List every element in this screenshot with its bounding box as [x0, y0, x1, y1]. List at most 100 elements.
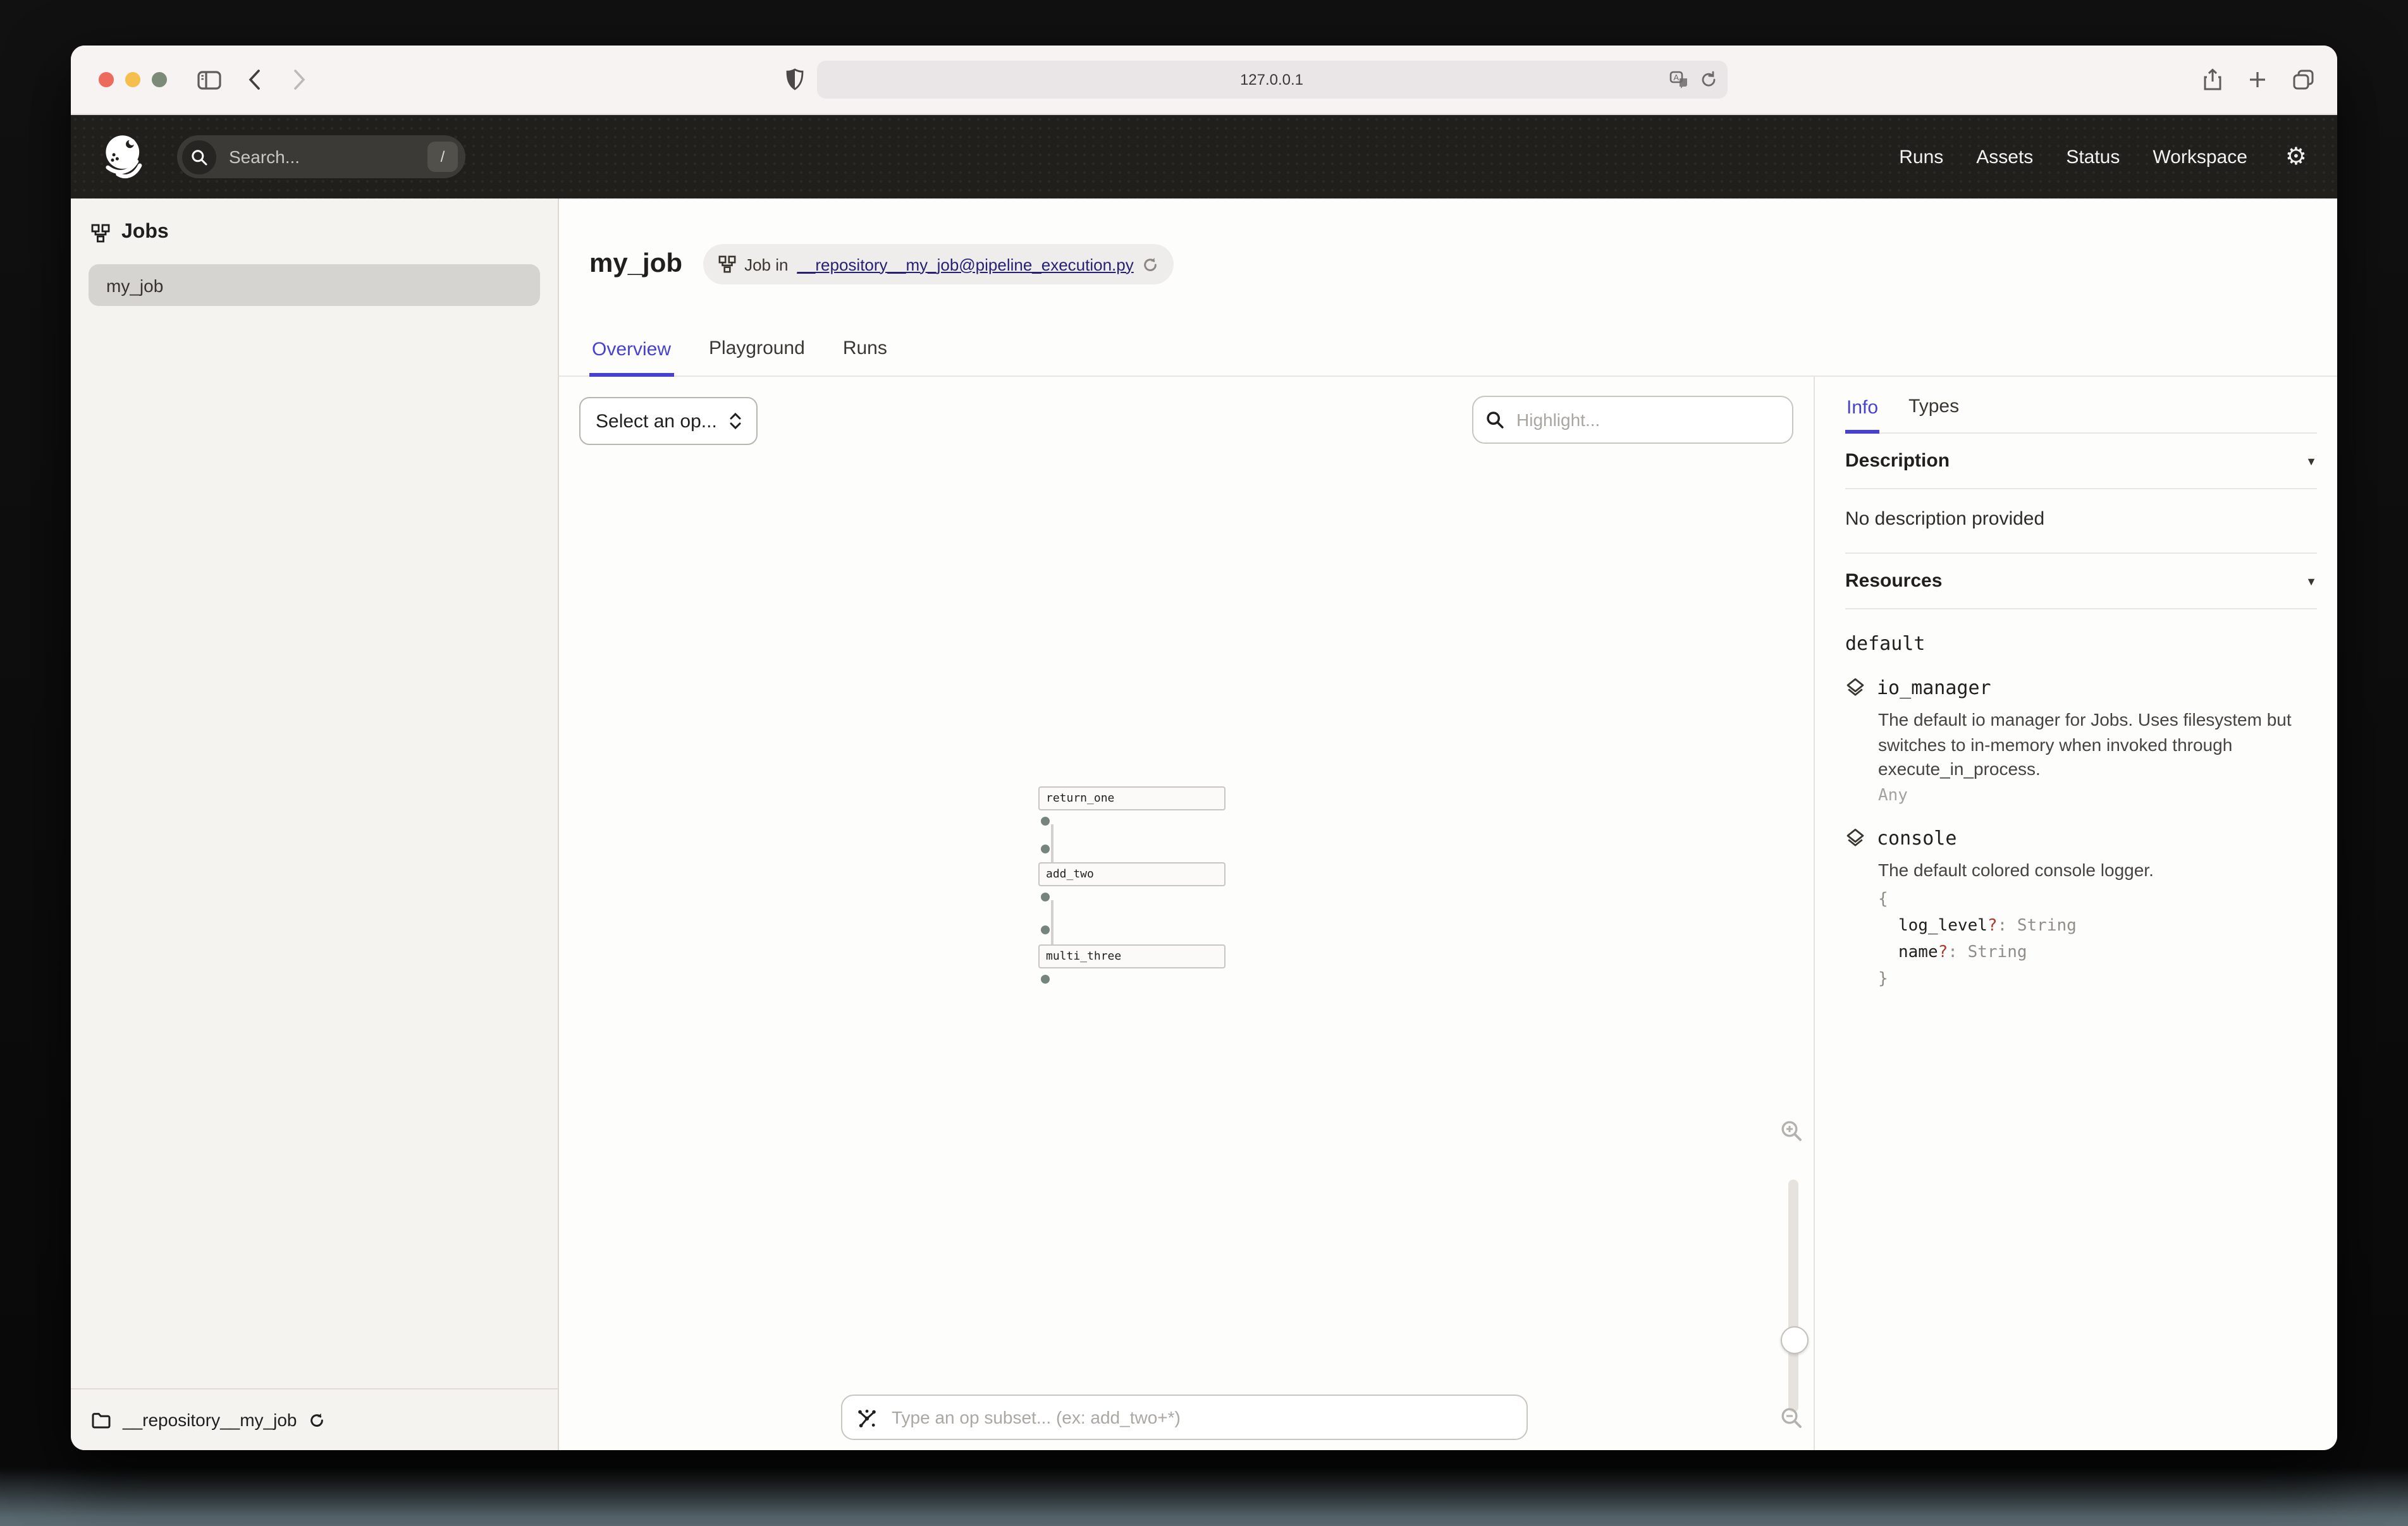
resource-io-manager: io_manager The default io manager for Jo… [1845, 676, 2317, 805]
nav-status[interactable]: Status [2066, 146, 2120, 168]
output-port[interactable] [1041, 893, 1050, 901]
minimize-window-button[interactable] [125, 72, 140, 87]
badge-prefix: Job in [744, 255, 788, 274]
nav-runs[interactable]: Runs [1899, 146, 1943, 168]
resource-description: The default colored console logger. [1878, 858, 2317, 883]
resource-group-name: default [1845, 632, 2317, 655]
badge-reload-icon[interactable] [1143, 256, 1159, 272]
job-icon [718, 255, 735, 273]
browser-window: 127.0.0.1 A [71, 46, 2337, 1450]
url-text: 127.0.0.1 [816, 71, 1727, 89]
search-input[interactable] [226, 145, 417, 168]
op-selector-dropdown[interactable]: Select an op... [579, 397, 758, 445]
search-icon [182, 140, 216, 174]
tab-overview[interactable]: Overview [589, 339, 673, 377]
op-node-add-two[interactable]: add_two [1038, 862, 1226, 886]
app-header: / Runs Assets Status Workspace ⚙ [71, 115, 2337, 198]
job-header: my_job Job in __repository__my_job@pipel… [559, 198, 2337, 317]
forward-button[interactable] [283, 63, 316, 96]
address-bar[interactable]: 127.0.0.1 A [816, 61, 1727, 99]
nav-assets[interactable]: Assets [1976, 146, 2033, 168]
op-node-return-one[interactable]: return_one [1038, 786, 1226, 810]
description-title: Description [1845, 450, 1950, 472]
up-down-chevron-icon [730, 412, 741, 430]
global-search[interactable]: / [177, 135, 465, 178]
op-node-multi-three[interactable]: multi_three [1038, 944, 1226, 968]
output-port[interactable] [1041, 817, 1050, 826]
job-tabs: Overview Playground Runs [559, 317, 2337, 377]
translate-icon[interactable]: A [1669, 71, 1689, 89]
op-selector-syntax-icon [856, 1407, 878, 1428]
zoom-slider-thumb[interactable] [1781, 1326, 1809, 1354]
resources-title: Resources [1845, 570, 1942, 592]
dagster-logo[interactable] [101, 133, 149, 181]
input-port[interactable] [1041, 845, 1050, 853]
sidebar-toggle-icon[interactable] [192, 63, 225, 96]
tab-overview-icon[interactable] [2287, 63, 2319, 96]
resources-section-header[interactable]: Resources ▼ [1845, 554, 2317, 609]
settings-gear-icon[interactable]: ⚙ [2285, 145, 2307, 169]
privacy-shield-icon[interactable] [785, 68, 804, 91]
browser-chrome: 127.0.0.1 A [71, 46, 2337, 115]
tab-runs[interactable]: Runs [840, 338, 890, 375]
schema-field: log_level?: String [1878, 914, 2317, 941]
search-shortcut-key: / [427, 142, 458, 172]
zoom-window-button[interactable] [152, 72, 167, 87]
close-window-button[interactable] [99, 72, 114, 87]
zoom-slider-track[interactable] [1788, 1180, 1798, 1412]
chevron-down-icon: ▼ [2306, 455, 2317, 467]
panel-tabs: Info Types [1845, 377, 2317, 434]
op-subset-filter[interactable] [841, 1395, 1528, 1440]
resource-name: console [1877, 827, 1956, 850]
edge-connector [1051, 900, 1054, 944]
highlight-input[interactable] [1514, 408, 1779, 431]
svg-text:A: A [1673, 73, 1678, 82]
desktop-background: 127.0.0.1 A [0, 0, 2408, 1526]
op-selector-label: Select an op... [596, 410, 717, 432]
app-nav: Runs Assets Status Workspace ⚙ [1899, 145, 2307, 169]
repository-reload-icon[interactable] [309, 1412, 325, 1428]
op-graph-canvas[interactable]: Select an op... return_one add_two [559, 377, 1814, 1450]
resource-console: console The default colored console logg… [1845, 827, 2317, 994]
info-panel: Info Types Description ▼ No description … [1814, 377, 2337, 1450]
traffic-lights [99, 72, 167, 87]
jobs-sidebar: Jobs my_job __repository__my_job [71, 198, 559, 1450]
schema-field: name?: String [1878, 941, 2317, 967]
highlight-search[interactable] [1472, 396, 1793, 444]
resource-description: The default io manager for Jobs. Uses fi… [1878, 708, 2317, 783]
config-schema: { log_level?: String name?: String } [1878, 888, 2317, 993]
folder-icon [91, 1412, 111, 1428]
schema-open-brace: { [1878, 888, 2317, 915]
zoom-in-icon[interactable] [1781, 1120, 1802, 1142]
jobs-icon [91, 223, 110, 242]
zoom-out-icon[interactable] [1781, 1407, 1802, 1429]
resource-icon [1845, 678, 1865, 698]
job-origin-badge: Job in __repository__my_job@pipeline_exe… [703, 244, 1174, 284]
resource-type: Any [1878, 786, 2317, 805]
repository-name: __repository__my_job [123, 1410, 297, 1430]
tab-playground[interactable]: Playground [706, 338, 808, 375]
output-port[interactable] [1041, 975, 1050, 984]
description-body: No description provided [1845, 489, 2317, 554]
repository-link[interactable]: __repository__my_job@pipeline_execution.… [797, 255, 1133, 274]
reload-icon[interactable] [1699, 71, 1717, 89]
page-title: my_job [589, 249, 682, 279]
sidebar-item-my-job[interactable]: my_job [89, 264, 540, 306]
repository-footer[interactable]: __repository__my_job [71, 1388, 558, 1450]
resource-icon [1845, 828, 1865, 848]
sidebar-title: Jobs [121, 221, 169, 244]
url-area: 127.0.0.1 A [329, 61, 2183, 99]
share-icon[interactable] [2196, 63, 2228, 96]
new-tab-icon[interactable] [2241, 63, 2274, 96]
resource-name: io_manager [1877, 676, 1991, 699]
op-subset-input[interactable] [889, 1406, 1513, 1429]
search-icon [1486, 411, 1504, 429]
panel-tab-info[interactable]: Info [1845, 397, 1879, 434]
nav-workspace[interactable]: Workspace [2153, 146, 2247, 168]
chevron-down-icon: ▼ [2306, 575, 2317, 587]
description-section-header[interactable]: Description ▼ [1845, 434, 2317, 489]
panel-tab-types[interactable]: Types [1907, 396, 1960, 432]
edge-connector [1051, 824, 1054, 862]
input-port[interactable] [1041, 925, 1050, 934]
back-button[interactable] [238, 63, 271, 96]
